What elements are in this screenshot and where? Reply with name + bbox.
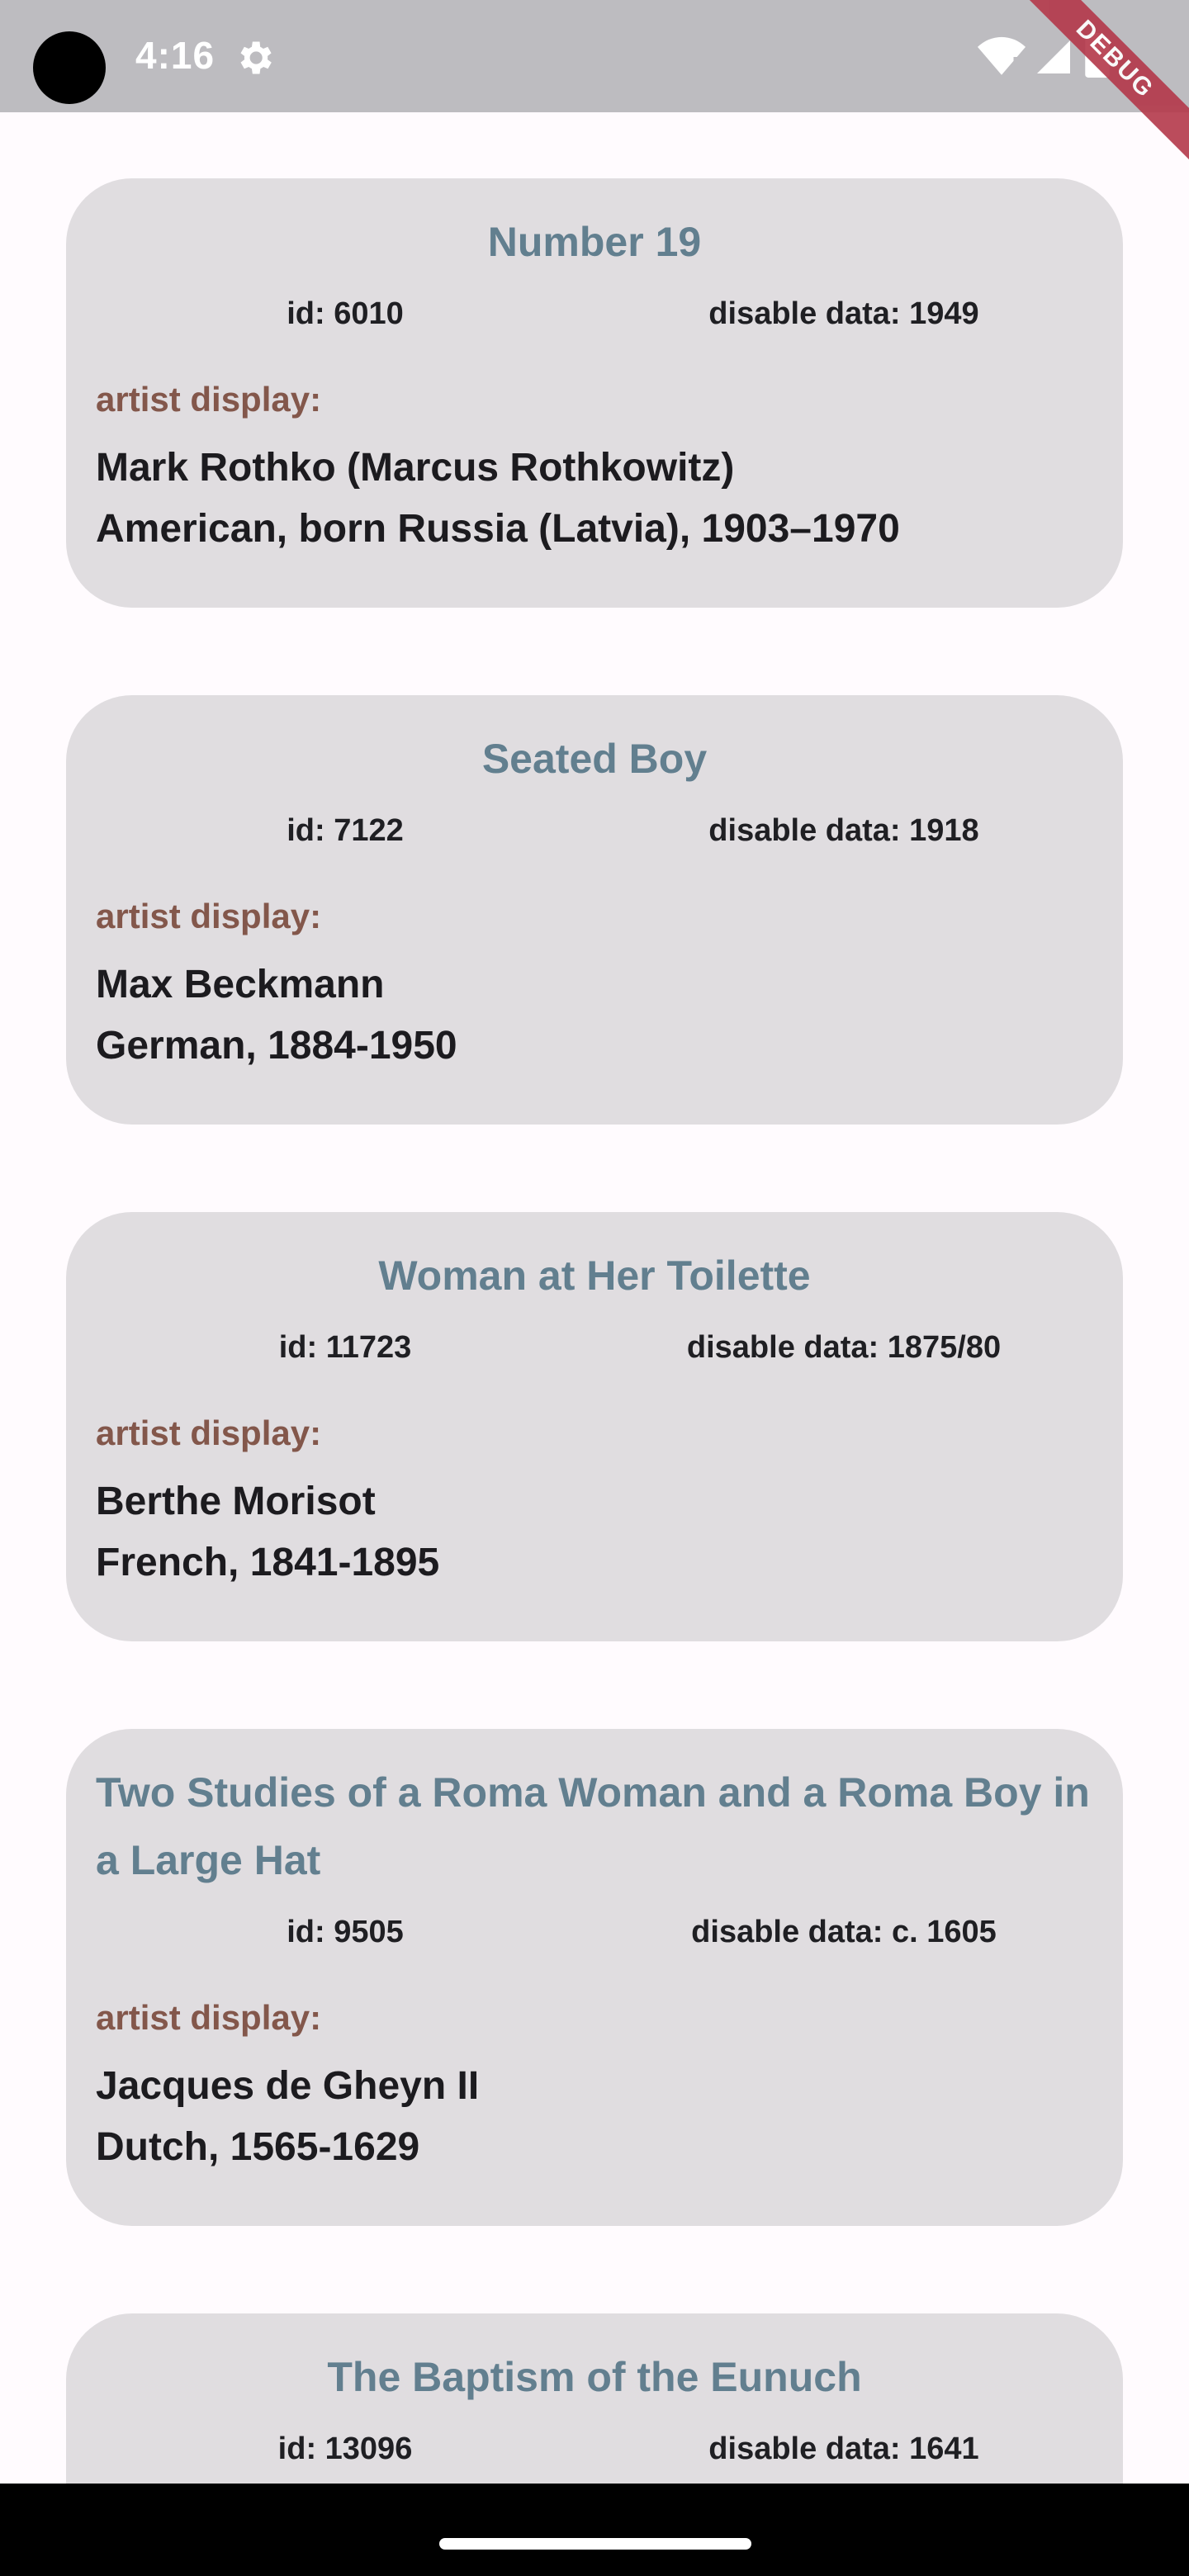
artist-display-value: Jacques de Gheyn II Dutch, 1565-1629 [96, 2064, 480, 2169]
artwork-date: disable data: 1949 [708, 296, 979, 331]
artwork-id: id: 9505 [287, 1914, 404, 1949]
artwork-meta-row: id: 9505 disable data: c. 1605 [96, 1907, 1093, 1957]
artwork-meta-row: id: 13096 disable data: 1641 [96, 2424, 1093, 2474]
app-screen: 4:16 DEBUG Number 19 id: 6010 disable da… [0, 0, 1189, 2576]
artwork-card[interactable]: Seated Boy id: 7122 disable data: 1918 a… [66, 695, 1123, 1125]
artwork-id: id: 7122 [287, 812, 404, 848]
artwork-card[interactable]: The Baptism of the Eunuch id: 13096 disa… [66, 2313, 1123, 2484]
artist-display-value: Mark Rothko (Marcus Rothkowitz) American… [96, 446, 900, 551]
artwork-id: id: 6010 [287, 296, 404, 331]
artwork-title: Two Studies of a Roma Woman and a Roma B… [96, 1769, 1090, 1883]
artwork-meta-row: id: 11723 disable data: 1875/80 [96, 1323, 1093, 1372]
settings-icon [240, 41, 272, 74]
artist-display-label: artist display: [96, 1413, 322, 1452]
status-time: 4:16 [135, 34, 216, 77]
artwork-card[interactable]: Number 19 id: 6010 disable data: 1949 ar… [66, 178, 1123, 608]
artwork-date: disable data: c. 1605 [691, 1914, 997, 1949]
artwork-id: id: 11723 [278, 1329, 412, 1365]
status-bar: 4:16 DEBUG [0, 0, 1189, 160]
home-gesture-handle[interactable] [439, 2538, 751, 2550]
artist-display-label: artist display: [96, 380, 322, 419]
artwork-card[interactable]: Two Studies of a Roma Woman and a Roma B… [66, 1729, 1123, 2226]
system-nav-bar [0, 2484, 1189, 2576]
artist-display-value: Berthe Morisot French, 1841-1895 [96, 1480, 440, 1584]
artwork-card[interactable]: Woman at Her Toilette id: 11723 disable … [66, 1212, 1123, 1641]
artwork-id: id: 13096 [277, 2431, 413, 2466]
artwork-list[interactable]: Number 19 id: 6010 disable data: 1949 ar… [0, 112, 1189, 2484]
artwork-date: disable data: 1918 [708, 812, 979, 848]
artwork-title: Seated Boy [481, 736, 708, 782]
artwork-date: disable data: 1641 [708, 2431, 979, 2466]
artwork-title: Number 19 [487, 219, 702, 265]
artwork-date: disable data: 1875/80 [686, 1329, 1002, 1365]
artist-display-label: artist display: [96, 1998, 322, 2037]
wifi-icon [978, 36, 1026, 75]
artwork-title: Woman at Her Toilette [378, 1252, 811, 1299]
artwork-title: The Baptism of the Eunuch [327, 2354, 862, 2400]
artist-display-value: Max Beckmann German, 1884-1950 [96, 963, 457, 1068]
artist-display-label: artist display: [96, 897, 322, 935]
camera-cutout [33, 31, 106, 104]
artwork-meta-row: id: 6010 disable data: 1949 [96, 289, 1093, 339]
artwork-meta-row: id: 7122 disable data: 1918 [96, 806, 1093, 855]
signal-icon [1037, 40, 1070, 73]
